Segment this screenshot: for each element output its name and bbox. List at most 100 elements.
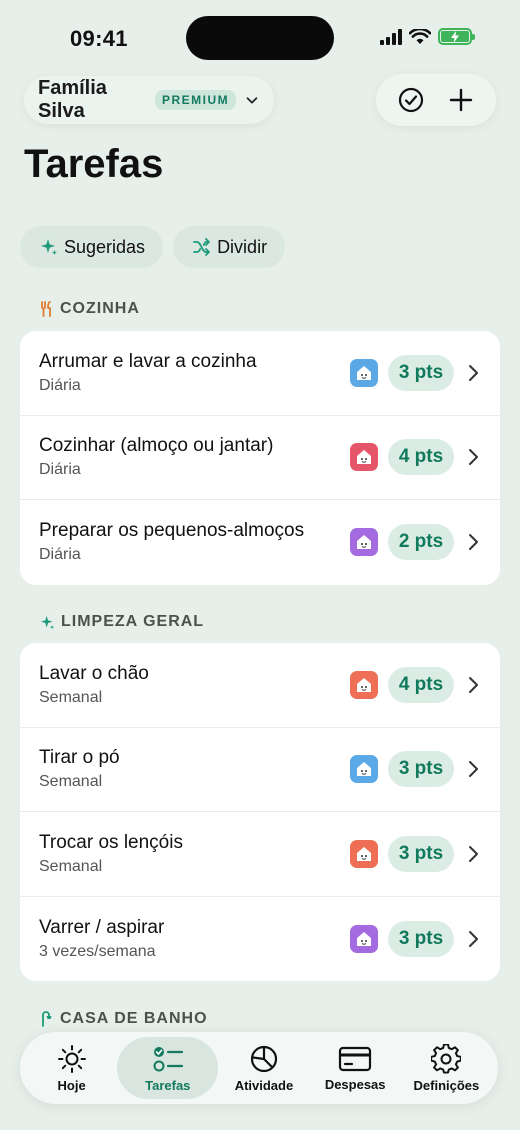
tab-label: Atividade: [234, 1077, 294, 1093]
points-badge: 4 pts: [388, 439, 454, 476]
tab-label: Despesas: [324, 1076, 386, 1092]
header-actions: [376, 74, 496, 126]
tab-label: Hoje: [57, 1077, 86, 1093]
status-icons: [380, 28, 475, 45]
house-icon: [357, 846, 371, 861]
assignee-avatar: [350, 670, 378, 699]
battery-icon: [438, 28, 475, 45]
section-header-casa-de-banho: CASA DE BANHO: [40, 1010, 208, 1028]
task-row[interactable]: Trocar os lençóis Semanal 3 pts: [20, 812, 500, 897]
sun-icon: [57, 1044, 86, 1073]
task-row[interactable]: Tirar o pó Semanal 3 pts: [20, 728, 500, 813]
shuffle-icon: [193, 238, 210, 256]
assignee-avatar: [350, 755, 378, 784]
task-title: Arrumar e lavar a cozinha: [39, 350, 257, 372]
filter-label: Sugeridas: [64, 236, 146, 257]
status-time: 09:41: [70, 26, 128, 51]
assignee-avatar: [350, 839, 378, 868]
section-header-cozinha: COZINHA: [40, 300, 140, 318]
tab-despesas[interactable]: Despesas: [310, 1037, 401, 1099]
task-row[interactable]: Varrer / aspirar 3 vezes/semana 3 pts: [20, 897, 500, 982]
points-badge: 3 pts: [388, 354, 454, 391]
task-frequency: Semanal: [39, 857, 103, 875]
task-frequency: Semanal: [39, 773, 103, 791]
chevron-right-icon: [469, 761, 478, 778]
section-title: CASA DE BANHO: [60, 1010, 208, 1027]
points-badge: 3 pts: [388, 921, 454, 958]
task-frequency: Diária: [39, 461, 81, 479]
chevron-down-icon: [246, 97, 258, 104]
chevron-right-icon: [469, 449, 478, 466]
task-title: Preparar os pequenos-almoços: [39, 520, 305, 542]
check-circle-icon: [398, 87, 424, 113]
chevron-right-icon: [469, 534, 478, 551]
task-title: Lavar o chão: [39, 662, 149, 684]
house-icon: [357, 677, 371, 692]
plus-icon: [449, 88, 473, 112]
house-icon: [357, 932, 371, 947]
points-badge: 2 pts: [388, 524, 454, 561]
chevron-right-icon: [469, 845, 478, 862]
premium-badge: PREMIUM: [154, 90, 237, 110]
section-title: COZINHA: [60, 300, 140, 317]
section-header-limpeza-geral: LIMPEZA GERAL: [40, 613, 204, 631]
split-filter-button[interactable]: Dividir: [173, 226, 286, 268]
complete-button[interactable]: [391, 80, 431, 120]
checklist-icon: [153, 1046, 183, 1071]
pie-chart-icon: [250, 1045, 278, 1072]
house-icon: [357, 535, 371, 550]
tab-definicoes[interactable]: Definições: [401, 1037, 492, 1099]
task-frequency: Diária: [39, 376, 81, 394]
house-icon: [357, 450, 371, 465]
tab-label: Definições: [413, 1077, 480, 1093]
sparkle-icon: [40, 615, 55, 629]
utensils-icon: [41, 301, 51, 317]
dynamic-island: [186, 16, 334, 60]
filter-bar: Sugeridas Dividir: [20, 226, 286, 268]
cellular-signal-icon: [380, 28, 402, 45]
task-row[interactable]: Arrumar e lavar a cozinha Diária 3 pts: [20, 331, 500, 416]
task-frequency: Semanal: [39, 688, 103, 706]
tab-atividade[interactable]: Atividade: [218, 1037, 309, 1099]
wifi-icon: [409, 28, 431, 44]
task-title: Tirar o pó: [39, 747, 120, 769]
task-frequency: Diária: [39, 546, 81, 564]
card-icon: [339, 1046, 372, 1071]
task-list-cozinha: Arrumar e lavar a cozinha Diária 3 pts C…: [20, 331, 500, 585]
assignee-avatar: [350, 528, 378, 557]
filter-label: Dividir: [217, 236, 268, 257]
chevron-right-icon: [469, 364, 478, 381]
gear-icon: [431, 1043, 462, 1074]
family-name: Família Silva: [38, 77, 107, 122]
assignee-avatar: [350, 925, 378, 954]
points-badge: 3 pts: [388, 835, 454, 872]
tab-tarefas[interactable]: Tarefas: [117, 1037, 219, 1099]
add-task-button[interactable]: [441, 80, 481, 120]
task-title: Cozinhar (almoço ou jantar): [39, 435, 274, 457]
tab-bar: Hoje Tarefas Atividade Despesas Definiçõ…: [20, 1032, 498, 1104]
task-frequency: 3 vezes/semana: [39, 943, 156, 961]
task-row[interactable]: Preparar os pequenos-almoços Diária 2 pt…: [20, 500, 500, 585]
task-list-limpeza-geral: Lavar o chão Semanal 4 pts Tirar o pó Se…: [20, 643, 500, 982]
assignee-avatar: [350, 443, 378, 472]
task-row[interactable]: Cozinhar (almoço ou jantar) Diária 4 pts: [20, 416, 500, 501]
task-row[interactable]: Lavar o chão Semanal 4 pts: [20, 643, 500, 728]
task-title: Trocar os lençóis: [39, 831, 183, 853]
house-icon: [357, 762, 371, 777]
tab-hoje[interactable]: Hoje: [26, 1037, 117, 1099]
family-selector[interactable]: Família Silva PREMIUM: [24, 76, 274, 124]
assignee-avatar: [350, 358, 378, 387]
section-title: LIMPEZA GERAL: [61, 613, 205, 630]
chevron-right-icon: [469, 676, 478, 693]
shower-icon: [42, 1011, 52, 1027]
points-badge: 4 pts: [388, 666, 454, 703]
status-bar: 09:41: [0, 0, 520, 76]
points-badge: 3 pts: [388, 751, 454, 788]
task-title: Varrer / aspirar: [39, 917, 165, 939]
chevron-right-icon: [469, 931, 478, 948]
suggested-filter-button[interactable]: Sugeridas: [20, 226, 164, 268]
page-title: Tarefas: [24, 142, 164, 186]
tab-label: Tarefas: [145, 1077, 191, 1093]
sparkle-icon: [41, 239, 57, 255]
house-icon: [357, 365, 371, 380]
